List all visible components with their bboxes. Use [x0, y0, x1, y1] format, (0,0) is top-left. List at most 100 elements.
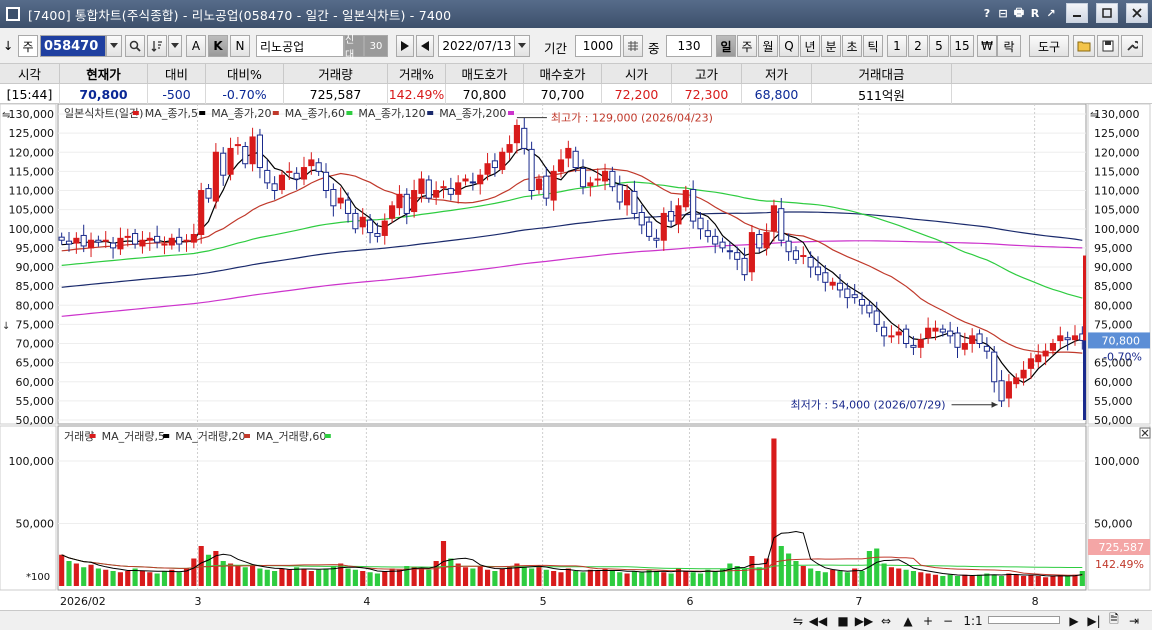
candle-body: [80, 234, 87, 247]
currency-button[interactable]: ₩: [977, 35, 997, 57]
print-icon[interactable]: 🖶: [1012, 6, 1026, 20]
volume-bar: [727, 563, 733, 586]
rewind-icon[interactable]: ◀◀: [809, 612, 827, 629]
export-icon[interactable]: ⇥: [1126, 612, 1142, 629]
maximize-button[interactable]: [1096, 3, 1118, 23]
info-header: 저가: [742, 64, 812, 84]
candle-body: [961, 343, 968, 350]
code-dropdown-button[interactable]: [106, 35, 122, 57]
close-button[interactable]: [1126, 3, 1148, 23]
volume-legend-swatch: [324, 434, 331, 438]
candle-body: [616, 184, 623, 203]
volume-bar: [925, 573, 931, 586]
refresh-icon[interactable]: R: [1028, 6, 1042, 20]
k-button[interactable]: K: [208, 35, 228, 57]
volume-bar: [874, 548, 880, 586]
stop-icon[interactable]: ■: [835, 612, 851, 629]
scale-icon[interactable]: ▲: [900, 612, 916, 629]
period-input[interactable]: 1000: [575, 35, 621, 57]
volume-bar: [132, 568, 138, 586]
date-dropdown-button[interactable]: [514, 35, 530, 57]
interval-15[interactable]: 15: [950, 35, 974, 57]
volume-bar: [844, 572, 850, 586]
volume-bar: [499, 568, 505, 586]
forward-icon[interactable]: ▶▶: [855, 612, 873, 629]
volume-bar: [81, 567, 87, 586]
layout-icon[interactable]: ⊟: [996, 6, 1010, 20]
interval-quarter[interactable]: Q: [779, 35, 799, 57]
candle-body: [308, 159, 315, 167]
volume-bar: [558, 572, 564, 586]
help-icon[interactable]: ?: [980, 6, 994, 20]
candle-body: [286, 170, 293, 173]
save-button[interactable]: [1097, 35, 1119, 57]
sort-dropdown-button[interactable]: [168, 35, 182, 57]
interval-second[interactable]: 초: [842, 35, 862, 57]
stock-name-field[interactable]: 리노공업: [256, 35, 344, 57]
volume-tick-right: 100,000: [1094, 455, 1140, 468]
volume-bar: [631, 571, 637, 586]
interval-year[interactable]: 년: [800, 35, 820, 57]
period-settings-button[interactable]: [623, 35, 643, 57]
candle-body: [455, 182, 462, 195]
pin-icon[interactable]: ↗: [1044, 6, 1058, 20]
collapse-arrow[interactable]: ↓: [3, 38, 13, 53]
candle-body: [330, 189, 337, 207]
interval-2[interactable]: 2: [908, 35, 928, 57]
zoom-in-icon[interactable]: +: [920, 612, 936, 629]
scroll-last-icon[interactable]: ▶|: [1086, 612, 1102, 629]
scroll-track[interactable]: [988, 616, 1060, 624]
volume-bar: [962, 574, 968, 586]
tools-button[interactable]: 도구: [1029, 35, 1069, 57]
price-tick-right: 95,000: [1094, 242, 1133, 255]
sort-button[interactable]: [147, 35, 167, 57]
settings-button[interactable]: [1121, 35, 1143, 57]
candle-body: [205, 188, 212, 199]
price-tick-left: 120,000: [9, 146, 55, 159]
interval-tick[interactable]: 틱: [863, 35, 883, 57]
volume-bar: [947, 574, 953, 586]
print-icon[interactable]: 🗎: [1106, 612, 1122, 629]
zoom-out-icon[interactable]: −: [940, 612, 956, 629]
candle-body: [888, 335, 895, 338]
volume-bar: [1057, 574, 1063, 586]
price-tick-left: 130,000: [9, 108, 55, 121]
volume-bar: [888, 567, 894, 586]
info-header: 시각: [0, 64, 60, 84]
market-selector[interactable]: 주: [18, 35, 38, 57]
interval-5[interactable]: 5: [929, 35, 949, 57]
count-input[interactable]: 130: [666, 35, 712, 57]
stock-code-input[interactable]: 058470: [40, 35, 106, 57]
next-button[interactable]: [396, 35, 414, 57]
candle-body: [690, 189, 697, 222]
candle-body: [462, 178, 469, 182]
candle-body: [712, 235, 719, 245]
candle-body: [624, 190, 631, 206]
volume-bar: [786, 553, 792, 586]
price-legend-text: MA_종가,200: [439, 107, 506, 120]
scroll-mode-icon[interactable]: ⇋: [790, 612, 806, 629]
a-button[interactable]: A: [186, 35, 206, 57]
interval-day[interactable]: 일: [716, 35, 736, 57]
interval-minute[interactable]: 분: [821, 35, 841, 57]
price-tick-right: 110,000: [1094, 185, 1140, 198]
date-input[interactable]: 2022/07/13: [438, 35, 516, 57]
info-value: 68,800: [742, 84, 812, 104]
info-header: 대비: [148, 64, 206, 84]
volume-bar: [286, 569, 292, 586]
expand-icon[interactable]: ⇔: [878, 612, 894, 629]
candle-body: [322, 171, 330, 192]
adjust-button[interactable]: 락: [997, 35, 1021, 57]
minimize-button[interactable]: [1066, 3, 1088, 23]
interval-month[interactable]: 월: [758, 35, 778, 57]
open-button[interactable]: [1073, 35, 1095, 57]
search-button[interactable]: [125, 35, 145, 57]
n-button[interactable]: N: [230, 35, 250, 57]
interval-week[interactable]: 주: [737, 35, 757, 57]
volume-bar: [815, 571, 821, 586]
candle-body: [418, 178, 425, 194]
interval-1[interactable]: 1: [887, 35, 907, 57]
prev-button[interactable]: [416, 35, 434, 57]
candle-body: [183, 239, 190, 242]
scroll-end-icon[interactable]: ▶: [1066, 612, 1082, 629]
